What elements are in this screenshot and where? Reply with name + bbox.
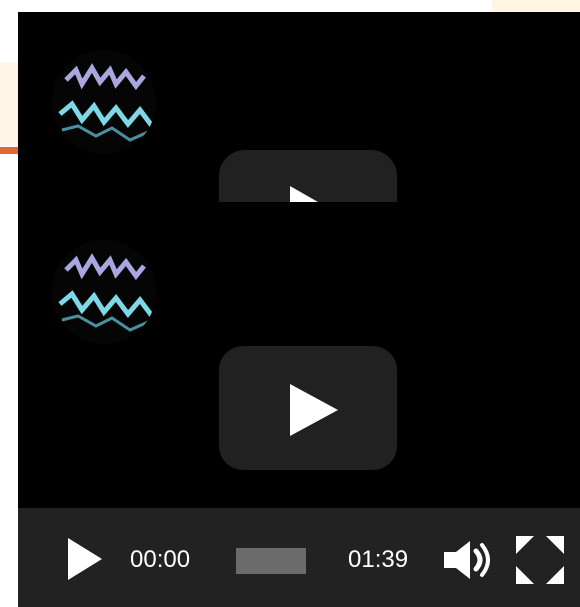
channel-avatar[interactable] bbox=[52, 240, 156, 344]
play-icon bbox=[290, 186, 318, 202]
large-play-button[interactable] bbox=[219, 346, 397, 470]
seek-bar[interactable] bbox=[236, 548, 306, 574]
control-bar: 00:00 01:39 bbox=[18, 508, 580, 607]
fullscreen-icon bbox=[516, 536, 564, 584]
volume-icon bbox=[444, 541, 490, 579]
accent-divider bbox=[0, 147, 18, 154]
play-icon bbox=[68, 538, 102, 580]
channel-avatar[interactable] bbox=[52, 50, 156, 154]
video-player[interactable]: 00:00 01:39 bbox=[18, 12, 580, 607]
page-side-panel bbox=[0, 62, 18, 146]
volume-button[interactable] bbox=[442, 538, 494, 582]
current-time: 00:00 bbox=[130, 546, 191, 573]
play-button-ghost bbox=[219, 150, 397, 202]
play-icon bbox=[290, 384, 338, 436]
duration: 01:39 bbox=[348, 546, 409, 573]
fullscreen-button[interactable] bbox=[516, 536, 564, 584]
play-pause-button[interactable] bbox=[68, 538, 108, 582]
